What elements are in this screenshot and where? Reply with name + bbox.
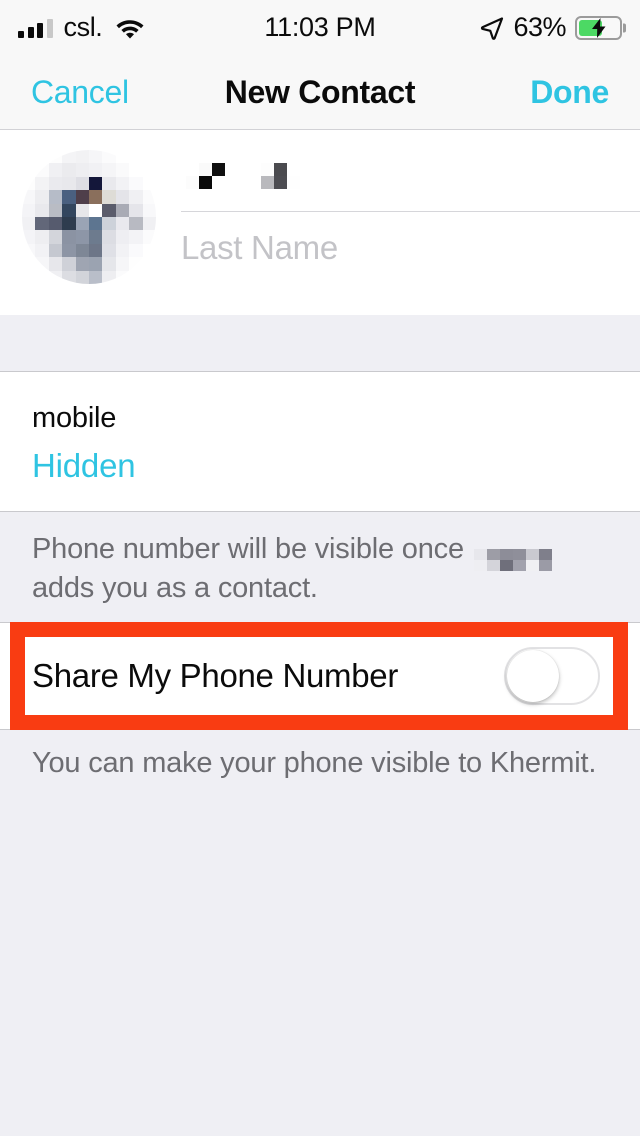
note-text-before: Phone number will be visible once [32, 532, 464, 565]
phone-row[interactable]: mobile Hidden [0, 372, 640, 511]
phone-visibility-note-text: Phone number will be visible once adds y… [32, 532, 608, 606]
charging-bolt-icon [591, 17, 607, 38]
redaction-block [186, 162, 225, 189]
share-phone-number-note-text: You can make your phone visible to Kherm… [32, 746, 597, 779]
section-gap [0, 315, 640, 372]
note-text-after: adds you as a contact. [32, 571, 318, 604]
phone-visibility-note: Phone number will be visible once adds y… [0, 510, 640, 622]
share-phone-number-note: You can make your phone visible to Kherm… [0, 729, 640, 781]
toggle-knob [507, 649, 559, 702]
avatar-pixelated-photo [22, 150, 156, 284]
phone-value[interactable]: Hidden [32, 444, 640, 489]
phone-label: mobile [32, 402, 117, 434]
share-phone-number-section: Share My Phone Number [0, 621, 640, 730]
done-button[interactable]: Done [530, 74, 609, 111]
contacts-new-contact-screen: csl. 11:03 PM 63% Cancel New Contact Don… [0, 0, 640, 1136]
name-fields: Last Name [181, 130, 640, 284]
name-section: Last Name [0, 130, 640, 315]
avatar[interactable] [22, 150, 156, 284]
status-bar: csl. 11:03 PM 63% [0, 0, 640, 55]
share-phone-number-toggle[interactable] [504, 646, 600, 705]
cancel-button[interactable]: Cancel [31, 74, 129, 111]
redaction-block [261, 162, 300, 189]
navigation-bar: Cancel New Contact Done [0, 55, 640, 130]
last-name-field[interactable]: Last Name [181, 212, 640, 284]
first-name-field[interactable] [181, 140, 640, 212]
empty-area [0, 780, 640, 1136]
share-phone-number-label: Share My Phone Number [32, 656, 399, 694]
first-name-redacted-value [181, 162, 300, 189]
battery-icon [575, 15, 622, 40]
redacted-contact-name [473, 548, 552, 571]
share-phone-number-row[interactable]: Share My Phone Number [0, 621, 640, 730]
battery-percent-label: 63% [513, 12, 566, 42]
status-bar-right: 63% [480, 12, 622, 43]
last-name-placeholder: Last Name [181, 229, 338, 266]
location-arrow-icon [480, 16, 504, 40]
